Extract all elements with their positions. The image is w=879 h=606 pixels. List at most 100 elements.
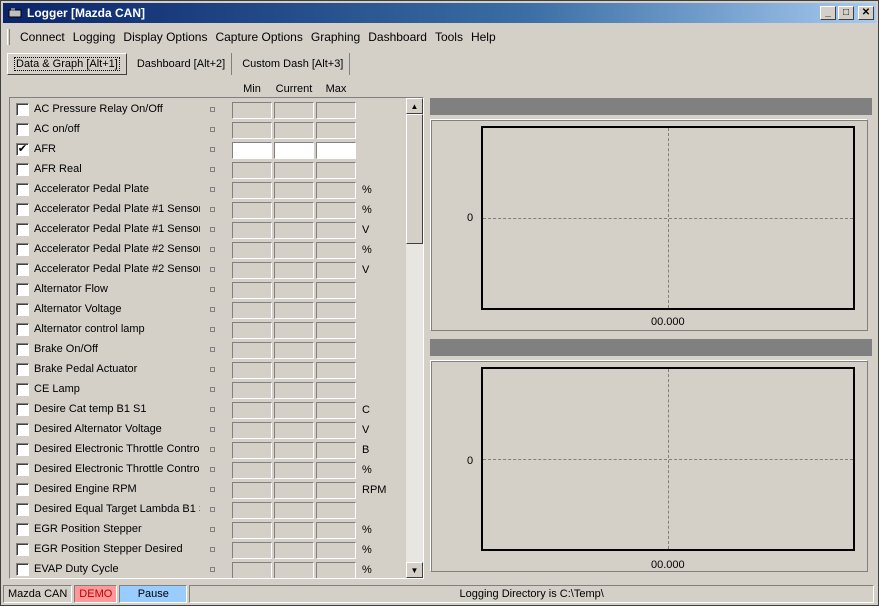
param-min-value bbox=[232, 362, 272, 379]
list-item[interactable]: EVAP Duty Cycle% bbox=[10, 559, 405, 578]
menu-tools[interactable]: Tools bbox=[431, 30, 467, 44]
graph-1-plot bbox=[481, 126, 855, 310]
param-checkbox[interactable] bbox=[16, 163, 29, 176]
param-max-value bbox=[316, 542, 356, 559]
scroll-thumb[interactable] bbox=[406, 114, 423, 244]
param-max-value bbox=[316, 502, 356, 519]
list-item[interactable]: Accelerator Pedal Plate% bbox=[10, 179, 405, 199]
list-item[interactable]: Alternator control lamp bbox=[10, 319, 405, 339]
param-checkbox[interactable] bbox=[16, 223, 29, 236]
param-checkbox[interactable] bbox=[16, 443, 29, 456]
param-indicator bbox=[210, 447, 215, 452]
param-checkbox[interactable] bbox=[16, 383, 29, 396]
param-current-value bbox=[274, 322, 314, 339]
param-indicator bbox=[210, 167, 215, 172]
list-item[interactable]: EGR Position Stepper Desired% bbox=[10, 539, 405, 559]
list-item[interactable]: Alternator Voltage bbox=[10, 299, 405, 319]
menu-help[interactable]: Help bbox=[467, 30, 500, 44]
close-button[interactable]: ✕ bbox=[858, 6, 874, 20]
param-indicator bbox=[210, 207, 215, 212]
param-checkbox[interactable] bbox=[16, 303, 29, 316]
param-max-value bbox=[316, 522, 356, 539]
menu-display-options[interactable]: Display Options bbox=[119, 30, 211, 44]
param-max-value bbox=[316, 282, 356, 299]
param-checkbox[interactable] bbox=[16, 243, 29, 256]
param-checkbox[interactable] bbox=[16, 463, 29, 476]
status-protocol: Mazda CAN bbox=[3, 585, 73, 603]
param-checkbox[interactable] bbox=[16, 563, 29, 576]
menu-dashboard[interactable]: Dashboard bbox=[364, 30, 431, 44]
pause-button[interactable]: Pause bbox=[119, 585, 188, 603]
param-checkbox[interactable] bbox=[16, 323, 29, 336]
menu-connect[interactable]: Connect bbox=[16, 30, 69, 44]
param-min-value bbox=[232, 482, 272, 499]
param-max-value bbox=[316, 182, 356, 199]
param-indicator bbox=[210, 547, 215, 552]
param-current-value bbox=[274, 482, 314, 499]
param-checkbox[interactable] bbox=[16, 403, 29, 416]
graph-1[interactable]: 0 00.000 bbox=[430, 119, 868, 331]
tab-data-graph[interactable]: Data & Graph [Alt+1] bbox=[7, 53, 127, 75]
list-item[interactable]: Desired Engine RPM RPM bbox=[10, 479, 405, 499]
list-item[interactable]: CE Lamp bbox=[10, 379, 405, 399]
menu-logging[interactable]: Logging bbox=[69, 30, 120, 44]
minimize-button[interactable]: _ bbox=[820, 6, 836, 20]
param-checkbox[interactable] bbox=[16, 283, 29, 296]
list-item[interactable]: Accelerator Pedal Plate #2 Sensor% bbox=[10, 239, 405, 259]
graph-2[interactable]: 0 00.000 bbox=[430, 360, 868, 572]
scroll-up-button[interactable]: ▲ bbox=[406, 98, 423, 114]
menu-bar: Connect Logging Display Options Capture … bbox=[3, 27, 500, 47]
list-item[interactable]: Desired Electronic Throttle Control B bbox=[10, 439, 405, 459]
maximize-button[interactable]: □ bbox=[838, 6, 854, 20]
list-item[interactable]: Desired Equal Target Lambda B1 S1 bbox=[10, 499, 405, 519]
param-checkbox[interactable] bbox=[16, 343, 29, 356]
param-max-value bbox=[316, 362, 356, 379]
tab-dashboard[interactable]: Dashboard [Alt+2] bbox=[131, 53, 233, 75]
list-item[interactable]: Accelerator Pedal Plate #1 Sensor V V bbox=[10, 219, 405, 239]
param-checkbox[interactable] bbox=[16, 503, 29, 516]
param-current-value bbox=[274, 202, 314, 219]
menu-graphing[interactable]: Graphing bbox=[307, 30, 364, 44]
list-item[interactable]: Accelerator Pedal Plate #2 Sensor V V bbox=[10, 259, 405, 279]
param-max-value bbox=[316, 422, 356, 439]
param-label: Desired Equal Target Lambda B1 S1 bbox=[34, 503, 200, 515]
param-checkbox[interactable] bbox=[16, 423, 29, 436]
param-checkbox[interactable] bbox=[16, 543, 29, 556]
param-max-value bbox=[316, 102, 356, 119]
param-current-value bbox=[274, 422, 314, 439]
param-checkbox[interactable] bbox=[16, 363, 29, 376]
list-item[interactable]: Alternator Flow bbox=[10, 279, 405, 299]
param-current-value bbox=[274, 382, 314, 399]
vertical-scrollbar[interactable]: ▲ ▼ bbox=[406, 98, 423, 578]
param-checkbox[interactable] bbox=[16, 183, 29, 196]
list-item[interactable]: Brake On/Off bbox=[10, 339, 405, 359]
param-indicator bbox=[210, 527, 215, 532]
param-checkbox[interactable] bbox=[16, 203, 29, 216]
param-current-value bbox=[274, 402, 314, 419]
param-indicator bbox=[210, 467, 215, 472]
list-item[interactable]: Brake Pedal Actuator bbox=[10, 359, 405, 379]
param-checkbox[interactable] bbox=[16, 523, 29, 536]
menu-capture-options[interactable]: Capture Options bbox=[211, 30, 306, 44]
list-item[interactable]: EGR Position Stepper% bbox=[10, 519, 405, 539]
graph-2-plot bbox=[481, 367, 855, 551]
logger-window: Logger [Mazda CAN] _ □ ✕ Connect Logging… bbox=[0, 0, 879, 606]
param-checkbox[interactable]: ✔ bbox=[16, 143, 29, 156]
param-checkbox[interactable] bbox=[16, 483, 29, 496]
list-item[interactable]: Accelerator Pedal Plate #1 Sensor% bbox=[10, 199, 405, 219]
tab-custom-dash[interactable]: Custom Dash [Alt+3] bbox=[236, 53, 351, 75]
param-indicator bbox=[210, 287, 215, 292]
title-bar[interactable]: Logger [Mazda CAN] _ □ ✕ bbox=[3, 3, 876, 23]
list-item[interactable]: Desired Alternator Voltage V bbox=[10, 419, 405, 439]
param-checkbox[interactable] bbox=[16, 103, 29, 116]
list-item[interactable]: Desired Electronic Throttle Control %% bbox=[10, 459, 405, 479]
param-checkbox[interactable] bbox=[16, 123, 29, 136]
list-item[interactable]: Desire Cat temp B1 S1 C bbox=[10, 399, 405, 419]
list-item[interactable]: AC on/off bbox=[10, 119, 405, 139]
param-checkbox[interactable] bbox=[16, 263, 29, 276]
list-item[interactable]: AC Pressure Relay On/Off bbox=[10, 99, 405, 119]
list-item[interactable]: ✔ AFR bbox=[10, 139, 405, 159]
list-item[interactable]: AFR Real bbox=[10, 159, 405, 179]
close-icon: ✕ bbox=[861, 7, 871, 18]
scroll-down-button[interactable]: ▼ bbox=[406, 562, 423, 578]
